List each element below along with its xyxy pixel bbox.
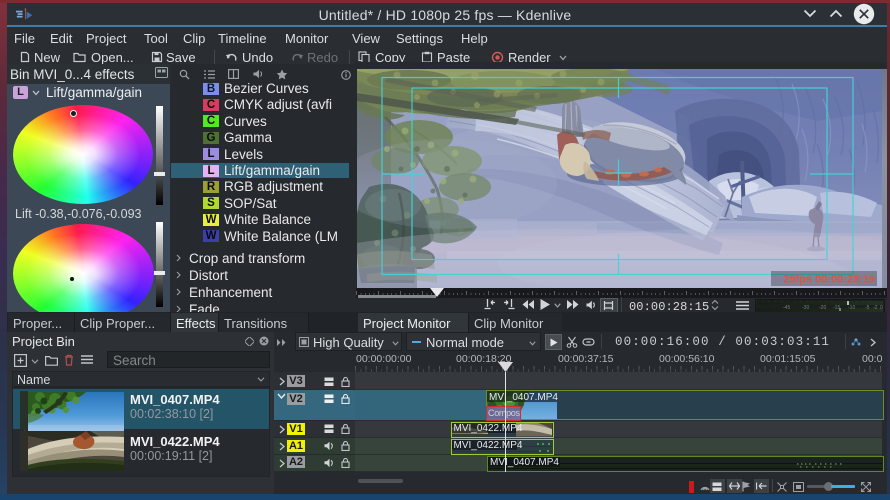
svg-text:25fps 00:00:28:15: 25fps 00:00:28:15 [783,274,875,286]
